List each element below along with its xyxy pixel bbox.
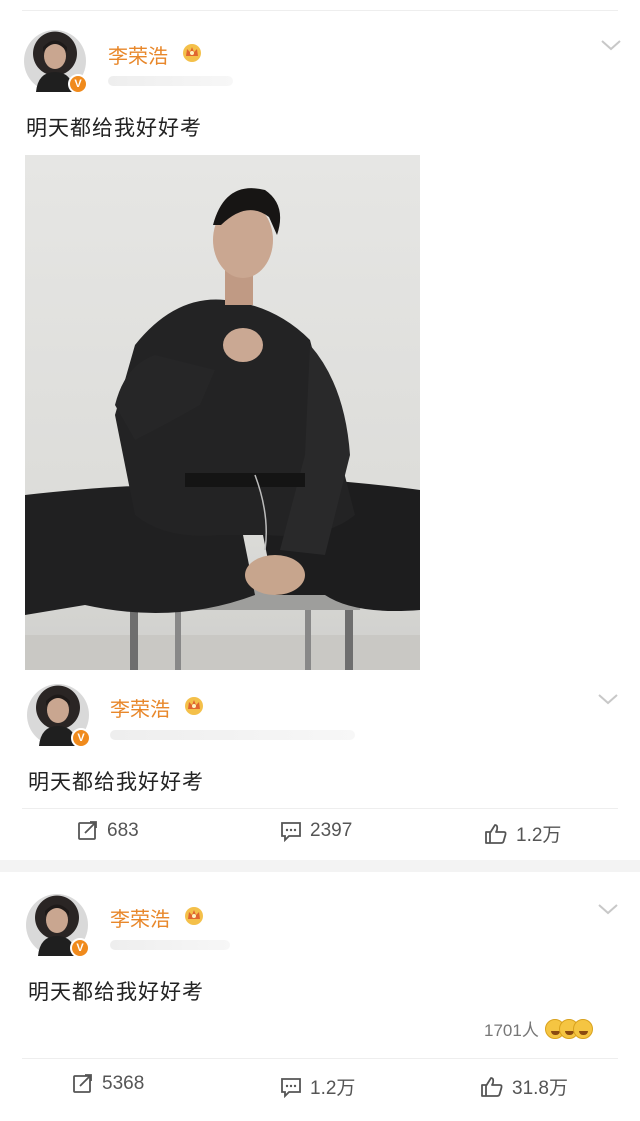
verified-v-icon: V: [71, 728, 91, 748]
verified-v-icon: V: [68, 74, 88, 94]
post-meta-blurred: [110, 730, 355, 740]
crown-badge-icon: [183, 44, 201, 62]
action-divider: [22, 808, 618, 809]
avatar[interactable]: V: [27, 684, 91, 748]
comment-icon: [281, 822, 301, 842]
comment-button[interactable]: 2397: [280, 820, 352, 842]
repost-icon: [73, 1074, 92, 1093]
repost-button[interactable]: 683: [77, 820, 139, 842]
emoji-thinking-icon: [572, 1018, 593, 1039]
reactions-count: 1701人: [484, 1021, 539, 1040]
post-meta-blurred: [108, 76, 233, 86]
post-meta-blurred: [110, 940, 230, 950]
like-button[interactable]: 31.8万: [480, 1073, 568, 1100]
comment-count: 1.2万: [310, 1078, 356, 1099]
username[interactable]: 李荣浩: [110, 693, 170, 722]
post-photo[interactable]: [25, 155, 420, 670]
avatar[interactable]: V: [26, 894, 90, 958]
chevron-down-icon[interactable]: [597, 692, 619, 706]
section-gap: [0, 860, 640, 872]
repost-icon: [78, 821, 97, 840]
post-text: 明天都给我好好考: [26, 116, 202, 140]
post-text: 明天都给我好好考: [28, 980, 204, 1004]
emoji-reactions-icon: [544, 1018, 593, 1039]
comment-icon: [281, 1077, 301, 1098]
username[interactable]: 李荣浩: [110, 903, 170, 932]
comment-count: 2397: [310, 820, 353, 841]
chevron-down-icon[interactable]: [600, 38, 622, 52]
like-count: 31.8万: [512, 1078, 568, 1099]
thumbs-up-icon: [485, 823, 507, 844]
verified-v-icon: V: [70, 938, 90, 958]
crown-badge-icon: [185, 697, 203, 715]
top-divider: [22, 10, 618, 11]
post-photo-image: [25, 188, 420, 670]
username[interactable]: 李荣浩: [108, 40, 168, 69]
like-button[interactable]: 1.2万: [484, 820, 561, 847]
avatar[interactable]: V: [24, 30, 88, 94]
thumbs-up-icon: [481, 1076, 503, 1097]
reactions-summary[interactable]: 1701人: [484, 1016, 593, 1041]
post-text: 明天都给我好好考: [28, 770, 204, 794]
crown-badge-icon: [185, 907, 203, 925]
action-divider: [22, 1058, 618, 1059]
comment-button[interactable]: 1.2万: [280, 1073, 355, 1100]
repost-button[interactable]: 5368: [72, 1073, 144, 1095]
repost-count: 5368: [102, 1073, 145, 1094]
chevron-down-icon[interactable]: [597, 902, 619, 916]
like-count: 1.2万: [516, 825, 562, 846]
repost-count: 683: [107, 820, 139, 841]
